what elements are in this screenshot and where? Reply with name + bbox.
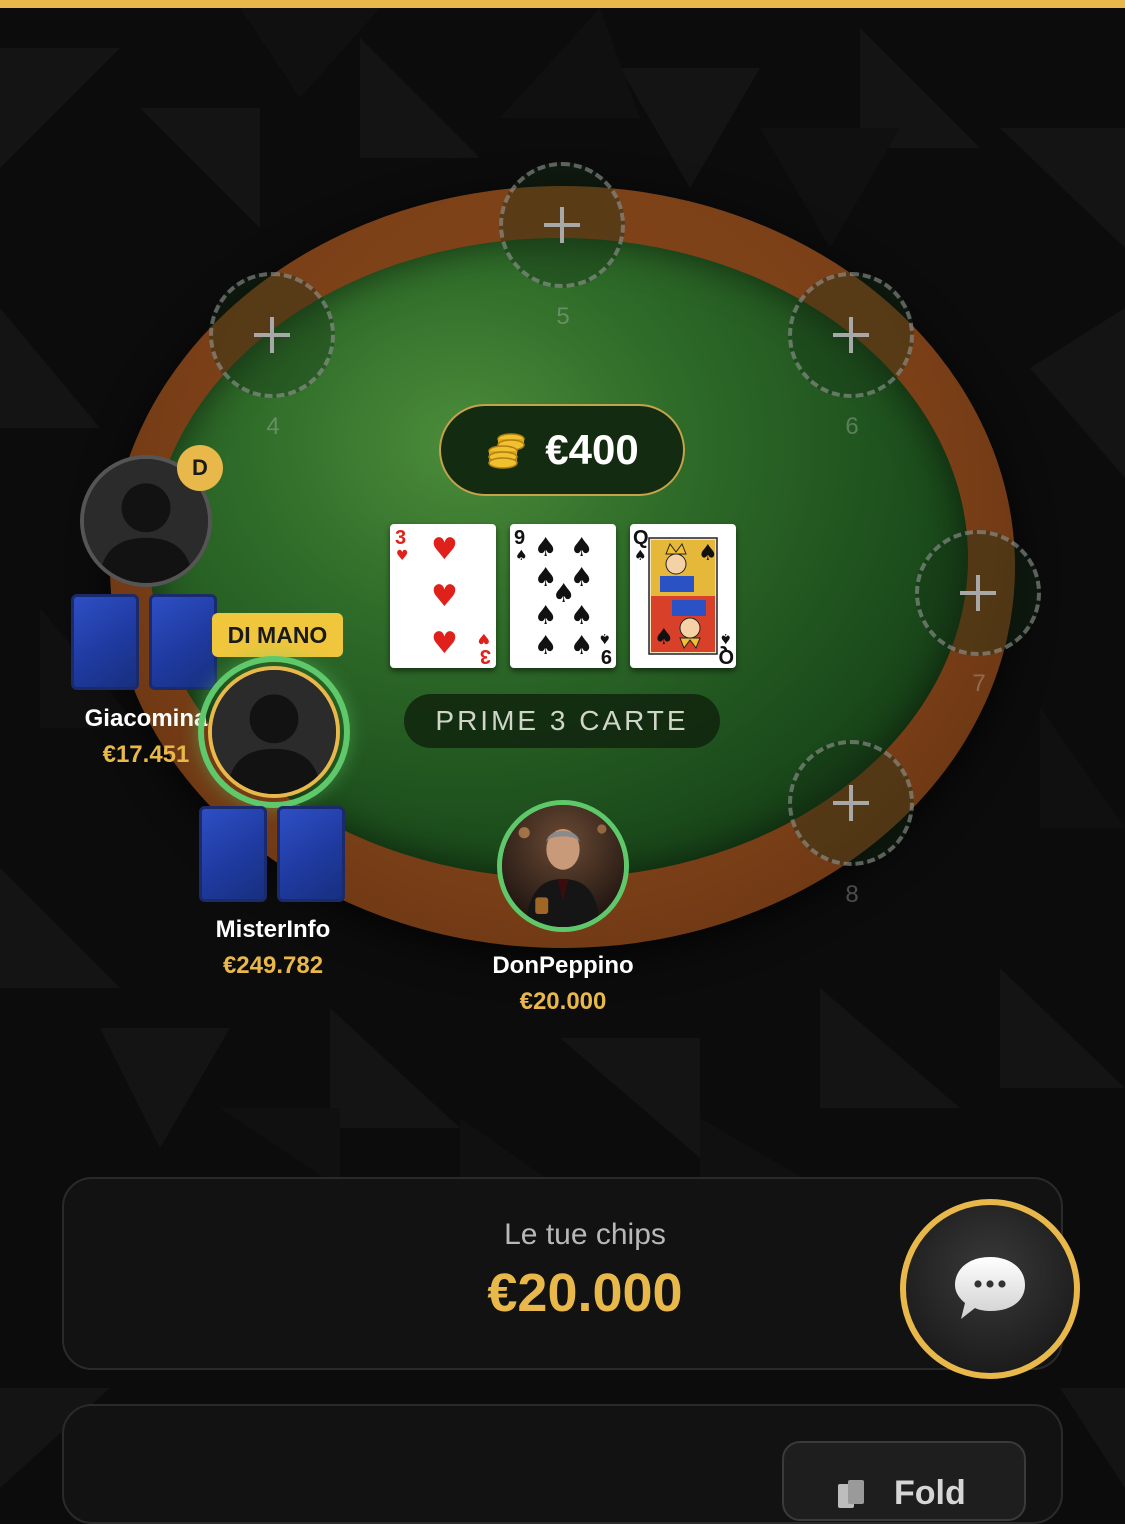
svg-text:♥: ♥ bbox=[396, 548, 409, 564]
coins-icon bbox=[488, 433, 526, 469]
seat-number: 8 bbox=[845, 881, 859, 908]
top-accent-bar bbox=[0, 0, 1125, 8]
di-mano-badge: DI MANO bbox=[212, 613, 343, 657]
dealer-button: D bbox=[177, 445, 223, 491]
svg-text:♠: ♠ bbox=[634, 548, 647, 564]
svg-text:9: 9 bbox=[601, 645, 612, 667]
svg-text:♠: ♠ bbox=[534, 601, 557, 631]
plus-icon bbox=[833, 317, 869, 353]
svg-text:♠: ♠ bbox=[534, 533, 557, 563]
empty-seat-4[interactable] bbox=[209, 272, 335, 398]
svg-text:♠: ♠ bbox=[570, 631, 593, 661]
phase-label: PRIME 3 CARTE bbox=[404, 694, 720, 748]
pot-amount: €400 bbox=[545, 426, 639, 473]
svg-text:♠: ♠ bbox=[719, 630, 732, 646]
community-card-1: 3 ♥ ♥ ♥ ♥ 3 ♥ bbox=[390, 524, 496, 668]
player-photo bbox=[502, 805, 624, 927]
chat-bubble-icon bbox=[955, 1257, 1025, 1319]
fold-icon bbox=[838, 1480, 864, 1508]
svg-text:♠: ♠ bbox=[534, 631, 557, 661]
community-card-2: 9 ♠ ♠ ♠ ♠ ♠ ♠ ♠ ♠ ♠ ♠ 9 ♠ bbox=[510, 524, 616, 668]
hole-card bbox=[71, 594, 139, 690]
pot-display: €400 bbox=[439, 404, 685, 496]
hole-card bbox=[149, 594, 217, 690]
svg-text:♠: ♠ bbox=[570, 601, 593, 631]
seat-number: 4 bbox=[266, 413, 280, 440]
plus-icon bbox=[254, 317, 290, 353]
svg-text:♠: ♠ bbox=[654, 625, 674, 650]
hole-card bbox=[199, 806, 267, 902]
svg-text:♠: ♠ bbox=[598, 630, 611, 646]
seat-number: 6 bbox=[845, 413, 859, 440]
svg-text:3: 3 bbox=[480, 645, 491, 667]
svg-text:♥: ♥ bbox=[431, 626, 458, 661]
svg-text:3: 3 bbox=[395, 527, 406, 549]
plus-icon bbox=[960, 575, 996, 611]
svg-text:9: 9 bbox=[514, 527, 525, 549]
player-chips: €249.782 bbox=[222, 952, 324, 979]
avatar-donpeppino[interactable] bbox=[497, 800, 629, 932]
user-silhouette-icon bbox=[212, 670, 336, 794]
player-name: MisterInfo bbox=[215, 916, 331, 943]
avatar-misterinfo[interactable] bbox=[208, 666, 340, 798]
plus-icon bbox=[833, 785, 869, 821]
empty-seat-6[interactable] bbox=[788, 272, 914, 398]
svg-text:♠: ♠ bbox=[570, 533, 593, 563]
empty-seat-8[interactable] bbox=[788, 740, 914, 866]
svg-text:♥: ♥ bbox=[431, 532, 458, 567]
seat-number: 7 bbox=[972, 670, 986, 697]
empty-seat-5[interactable] bbox=[499, 162, 625, 288]
empty-seat-7[interactable] bbox=[915, 530, 1041, 656]
plus-icon bbox=[544, 207, 580, 243]
svg-text:♠: ♠ bbox=[515, 548, 528, 564]
svg-text:♥: ♥ bbox=[477, 630, 490, 646]
svg-text:Q: Q bbox=[633, 527, 649, 549]
svg-text:♠: ♠ bbox=[698, 541, 718, 566]
fold-button-label: Fold bbox=[894, 1474, 966, 1512]
community-card-3: Q ♠ ♠ ♠ Q ♠ bbox=[630, 524, 736, 668]
hole-card bbox=[277, 806, 345, 902]
svg-text:Q: Q bbox=[718, 645, 734, 667]
seat-number: 5 bbox=[556, 303, 570, 330]
player-name: DonPeppino bbox=[492, 952, 634, 979]
player-chips: €20.000 bbox=[519, 988, 607, 1015]
chat-button[interactable] bbox=[900, 1199, 1080, 1379]
svg-text:♥: ♥ bbox=[431, 579, 458, 614]
